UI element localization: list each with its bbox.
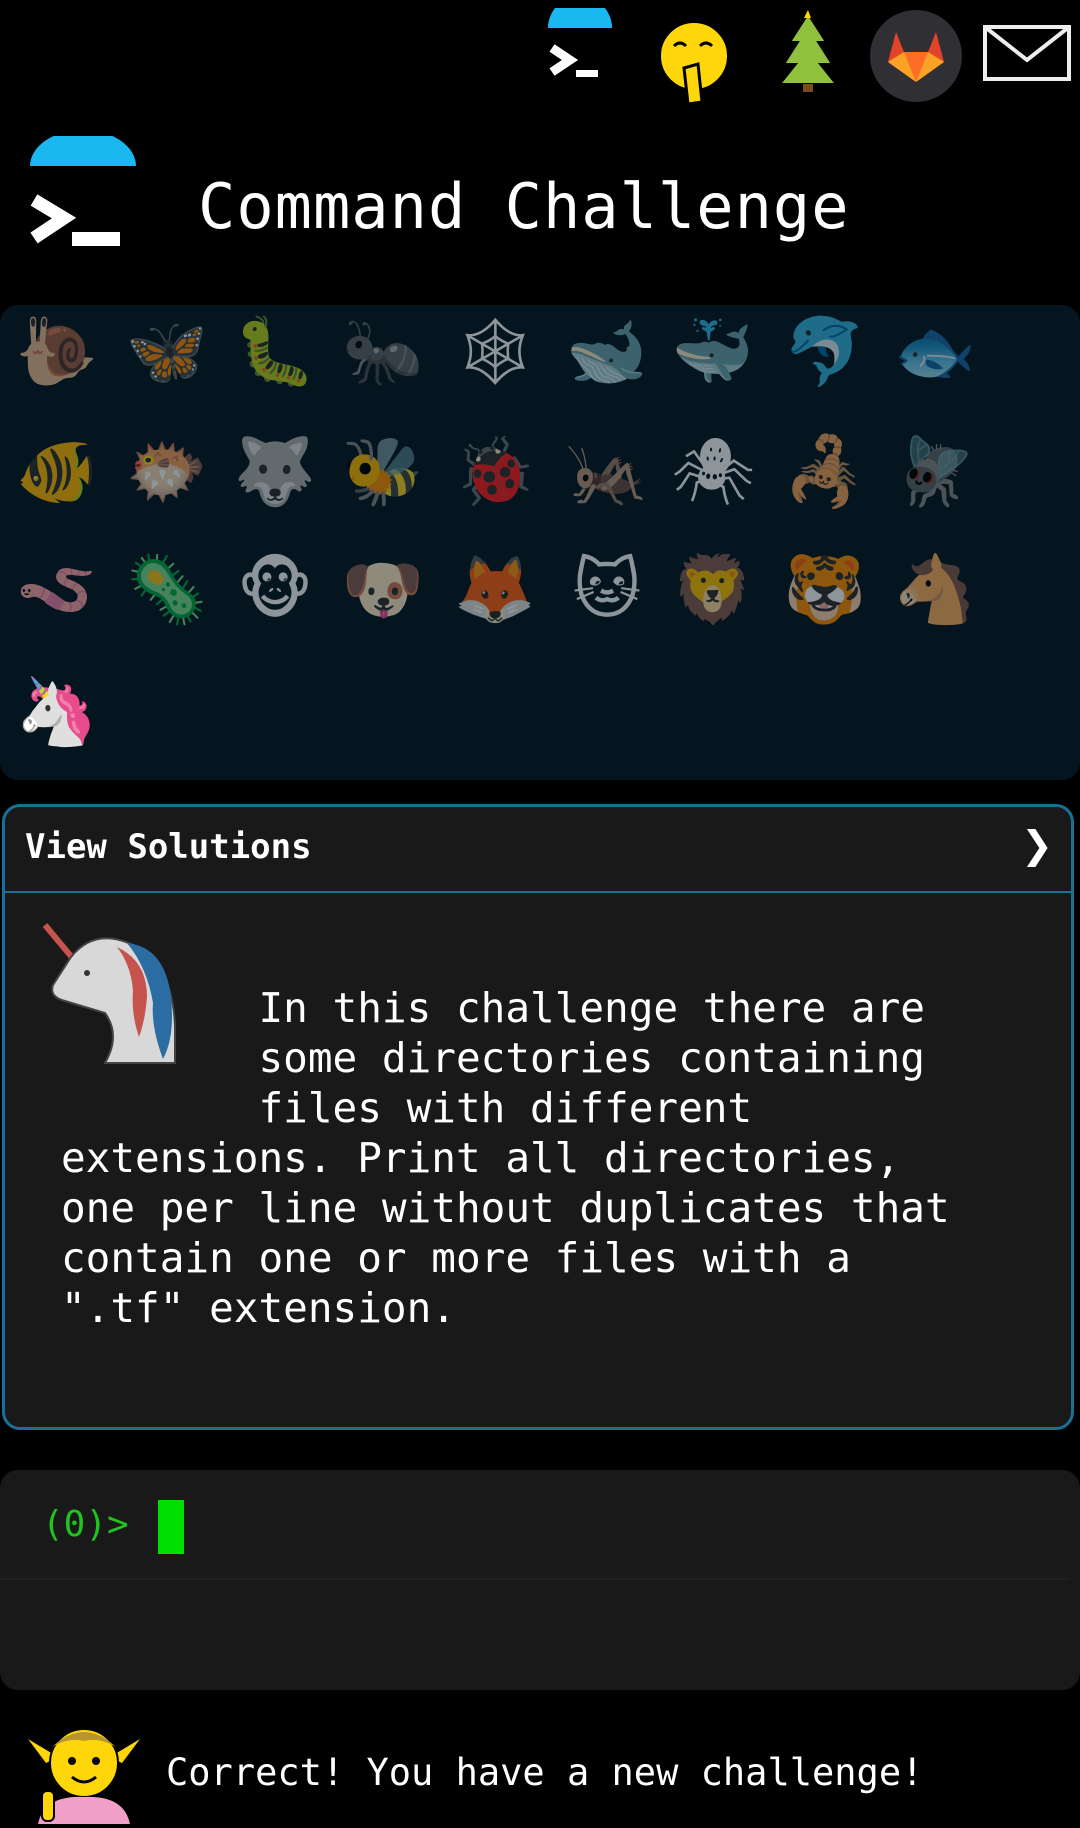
challenge-emoji-1-6[interactable]: 🕷 (668, 427, 758, 517)
challenge-emoji-0-5[interactable]: 🐋 (562, 307, 652, 397)
challenge-emoji-0-2[interactable]: 🐛 (230, 307, 320, 397)
challenge-emoji-0-4[interactable]: 🕸 (450, 307, 540, 397)
envelope-icon[interactable] (982, 24, 1072, 84)
challenge-emoji-0-7[interactable]: 🐬 (780, 307, 870, 397)
challenge-emoji-1-0[interactable]: 🐠 (12, 427, 102, 517)
view-solutions-header[interactable]: View Solutions ❯ (5, 807, 1071, 893)
app-header: Command Challenge (0, 129, 1080, 280)
challenge-emoji-2-0[interactable]: 🪱 (12, 545, 102, 635)
challenge-emoji-0-1[interactable]: 🦋 (122, 307, 212, 397)
challenge-emoji-2-5[interactable]: 🐱 (562, 545, 652, 635)
terminal-logo-icon[interactable] (22, 129, 142, 254)
challenge-emoji-1-3[interactable]: 🐝 (338, 427, 428, 517)
challenge-emoji-0-8[interactable]: 🐟 (890, 307, 980, 397)
challenge-emoji-2-1[interactable]: 🦠 (122, 545, 212, 635)
chevron-right-icon[interactable]: ❯ (1021, 823, 1053, 867)
terminal-icon[interactable] (540, 8, 620, 88)
challenge-emoji-1-5[interactable]: 🦗 (562, 427, 652, 517)
status-message: Correct! You have a new challenge! (166, 1751, 924, 1794)
challenge-emoji-1-1[interactable]: 🐡 (122, 427, 212, 517)
shushing-face-icon[interactable] (654, 16, 734, 106)
top-icon-bar (0, 0, 1080, 110)
solutions-panel: View Solutions ❯ In this challenge there… (2, 804, 1074, 1430)
challenge-grid: 🐌 🦋 🐛 🐜 🕸 🐋 🐳 🐬 🐟 🐠 🐡 🐺 🐝 🐞 🦗 🕷 🦂 🪰 🪱 🦠 🐵 🐶 🦊 🐱 🦁 🐯 🐴 🦄 (0, 305, 1080, 780)
challenge-description: In this challenge there are some directo… (61, 984, 950, 1332)
challenge-emoji-2-3[interactable]: 🐶 (338, 545, 428, 635)
page-title: Command Challenge (198, 170, 850, 243)
terminal-divider (0, 1578, 1070, 1580)
challenge-emoji-3-0[interactable]: 🦄 (12, 667, 102, 757)
terminal-cursor[interactable] (158, 1500, 184, 1554)
challenge-emoji-1-7[interactable]: 🦂 (780, 427, 870, 517)
view-solutions-label[interactable]: View Solutions (25, 827, 312, 867)
challenge-emoji-1-8[interactable]: 🪰 (890, 427, 980, 517)
challenge-emoji-0-6[interactable]: 🐳 (668, 307, 758, 397)
elf-avatar-icon (28, 1717, 140, 1824)
christmas-tree-icon[interactable] (768, 10, 848, 92)
challenge-emoji-1-4[interactable]: 🐞 (450, 427, 540, 517)
challenge-emoji-2-8[interactable]: 🐴 (890, 545, 980, 635)
gitlab-icon[interactable] (870, 10, 962, 102)
challenge-emoji-0-3[interactable]: 🐜 (338, 307, 428, 397)
challenge-emoji-0-0[interactable]: 🐌 (12, 307, 102, 397)
challenge-emoji-2-4[interactable]: 🦊 (450, 545, 540, 635)
challenge-emoji-1-2[interactable]: 🐺 (230, 427, 320, 517)
challenge-emoji-2-6[interactable]: 🦁 (668, 545, 758, 635)
terminal-prompt: (0)> (42, 1504, 129, 1545)
challenge-emoji-2-2[interactable]: 🐵 (230, 545, 320, 635)
challenge-emoji-2-7[interactable]: 🐯 (780, 545, 870, 635)
terminal-panel[interactable]: (0)> (0, 1470, 1080, 1690)
status-bar: Correct! You have a new challenge! (0, 1715, 1080, 1824)
